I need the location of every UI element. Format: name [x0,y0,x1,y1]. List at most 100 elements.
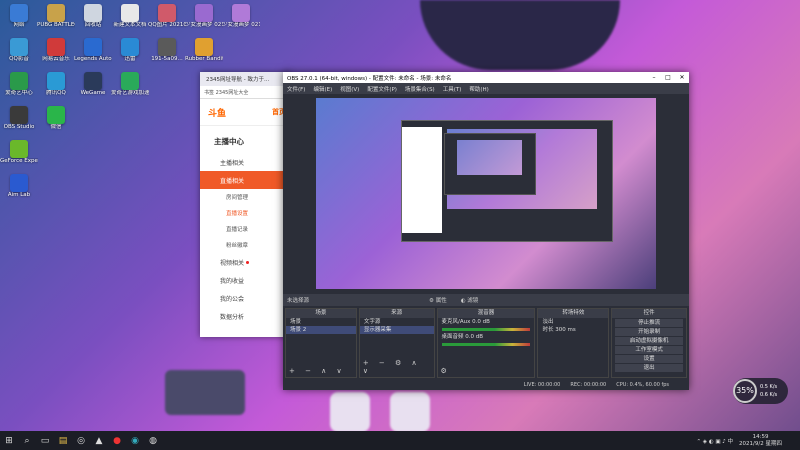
volume-meter[interactable] [441,343,531,346]
settings-button[interactable]: 设置 [615,355,683,363]
browser-window[interactable]: 2345网址导航 - 致力于... 书签 2345网址大全 斗鱼 首页 主播中心 … [200,72,290,337]
desktop-icon[interactable]: GeForce Experience [0,140,38,165]
app-icon [158,38,176,56]
clock-time: 14:59 [752,433,769,440]
steam-icon[interactable]: ◎ [72,431,90,450]
desktop-icon[interactable]: 少女漫画梦 02141T01 [222,4,260,29]
submenu-live-settings[interactable]: 直播设置 [200,205,290,221]
submenu-live-record[interactable]: 直播记录 [200,221,290,237]
app-icon [47,4,65,22]
menu-profile[interactable]: 配置文件(P) [367,85,397,93]
transitions-dock-title: 转场特效 [538,309,609,318]
source-item[interactable]: 显示器采集 [359,326,434,334]
virtual-camera-button[interactable]: 启动虚拟摄像机 [615,337,683,345]
menu-label: 直播相关 [220,177,245,185]
desktop-icon-label: 回收站 [84,22,102,28]
submenu-room[interactable]: 房间管理 [200,189,290,205]
obs-titlebar[interactable]: OBS 27.0.1 (64-bit, windows) - 配置文件: 未命名… [283,72,689,83]
desktop-icon[interactable]: Aim Lab [0,174,38,199]
task-view-icon[interactable]: ▭ [36,431,54,450]
start-recording-button[interactable]: 开始录制 [615,328,683,336]
desktop-icon-label: QQ影音 [9,56,29,62]
menu-item-anchor[interactable]: 主播相关 [200,153,290,171]
mixer-db: 0.0 dB [472,319,490,325]
desktop-icon[interactable]: 迅雷 [111,38,149,63]
browser-tab[interactable]: 2345网址导航 - 致力于... [200,72,290,86]
browser-address-bar[interactable]: 书签 2345网址大全 [200,86,290,99]
obs-window[interactable]: OBS 27.0.1 (64-bit, windows) - 配置文件: 未命名… [283,72,689,390]
scene-item[interactable]: 场景 [286,318,356,326]
desktop-icon-label: PUBG BATTLEGR... [37,22,75,28]
close-icon[interactable]: ✕ [675,74,689,81]
explorer-icon[interactable]: ▤ [54,431,72,450]
menu-tools[interactable]: 工具(T) [443,85,462,93]
search-icon[interactable]: ⌕ [18,431,36,450]
menu-item-guild[interactable]: 我的公会 [200,289,290,307]
source-controls[interactable]: + − ⚙ ∧ ∨ [363,359,434,375]
source-item[interactable]: 文字源 [360,318,434,326]
desktop-icon[interactable]: 网络 [0,4,38,29]
menu-item-video[interactable]: 视频相关 [200,253,290,271]
transition-select[interactable]: 淡出 [538,318,608,326]
netease-music-icon[interactable]: ● [108,431,126,450]
desktop-icon[interactable]: 爱奇艺中心 [0,72,38,97]
app-icon [121,4,139,22]
windows-start-icon[interactable]: ⊞ [0,431,18,450]
obs-icon[interactable]: ◍ [144,431,162,450]
app-icon [84,72,102,90]
desktop-icon[interactable]: 微信 [37,106,75,131]
menu-help[interactable]: 帮助(H) [469,85,488,93]
desktop-icon[interactable]: Legends Auto... [74,38,112,63]
edge-icon[interactable]: ◉ [126,431,144,450]
scene-item[interactable]: 场景 2 [286,326,356,334]
duration-value: 300 ms [555,327,576,333]
network-speed-widget[interactable]: 35% 0.5 K/s 0.6 K/s [733,378,788,404]
menu-scene-collection[interactable]: 场景集合(S) [405,85,435,93]
stop-streaming-button[interactable]: 停止推流 [615,319,683,327]
mixer-db: 0.0 dB [465,334,484,340]
taskbar: ⊞ ⌕ ▭ ▤ ◎ ▲ ● ◉ ◍ ⌃ ◈ ◐ ▣ ♪ 中 14:59 2021/… [0,431,800,450]
menu-edit[interactable]: 编辑(E) [313,85,332,93]
transition-duration[interactable]: 时长 300 ms [538,326,608,334]
douyu-logo[interactable]: 斗鱼 首页 [200,99,290,126]
apex-icon[interactable]: ▲ [90,431,108,450]
desktop-icon[interactable]: 少女漫画梦 0212T120 [185,4,223,29]
desktop-icon[interactable]: PUBG BATTLEGR... [37,4,75,29]
scene-controls[interactable]: + − ∧ ∨ [289,367,346,375]
minimize-icon[interactable]: – [647,74,661,81]
menu-label: 数据分析 [220,313,245,321]
submenu-fan-badge[interactable]: 粉丝徽章 [200,237,290,253]
properties-button[interactable]: ⚙ 属性 [429,296,447,304]
desktop-icon[interactable]: 腾讯QQ [37,72,75,97]
app-icon [10,72,28,90]
desktop-icon[interactable]: Rubber Bandits [185,38,223,63]
desktop-icon-label: 网络 [13,22,25,28]
desktop-icon[interactable]: QQ图片 20210824... [148,4,186,29]
desktop-icon[interactable]: 网易云音乐 [37,38,75,63]
scenes-dock: 场景 场景 场景 2 + − ∧ ∨ [285,308,357,378]
desktop-icon[interactable]: 回收站 [74,4,112,29]
studio-mode-button[interactable]: 工作室模式 [615,346,683,354]
menu-file[interactable]: 文件(F) [287,85,305,93]
desktop-icon-label: QQ图片 20210824... [148,22,186,28]
maximize-icon[interactable]: □ [661,74,675,81]
desktop-icon[interactable]: WeGame [74,72,112,97]
desktop-icon[interactable]: 爱奇艺游戏加速 [111,72,149,97]
browser-tab-label: 2345网址导航 - 致力于... [206,77,270,83]
menu-item-data[interactable]: 数据分析 [200,307,290,325]
clock[interactable]: 14:59 2021/9/2 星期四 [739,434,782,448]
volume-meter[interactable] [441,328,531,331]
obs-preview[interactable] [316,98,656,289]
properties-label: 属性 [435,298,447,304]
desktop-icon[interactable]: 新建文本文档 [111,4,149,29]
mixer-controls[interactable]: ⚙ [441,367,451,375]
desktop-icon[interactable]: QQ影音 [0,38,38,63]
menu-item-live[interactable]: 直播相关 [200,171,290,189]
menu-view[interactable]: 视图(V) [340,85,359,93]
desktop-icon[interactable]: OBS Studio [0,106,38,131]
exit-button[interactable]: 退出 [615,364,683,372]
desktop-icon[interactable]: 191-5a09... [148,38,186,63]
filters-button[interactable]: ◐ 滤镜 [461,296,479,304]
menu-item-income[interactable]: 我的收益 [200,271,290,289]
tray-icons[interactable]: ⌃ ◈ ◐ ▣ ♪ 中 [696,437,733,445]
